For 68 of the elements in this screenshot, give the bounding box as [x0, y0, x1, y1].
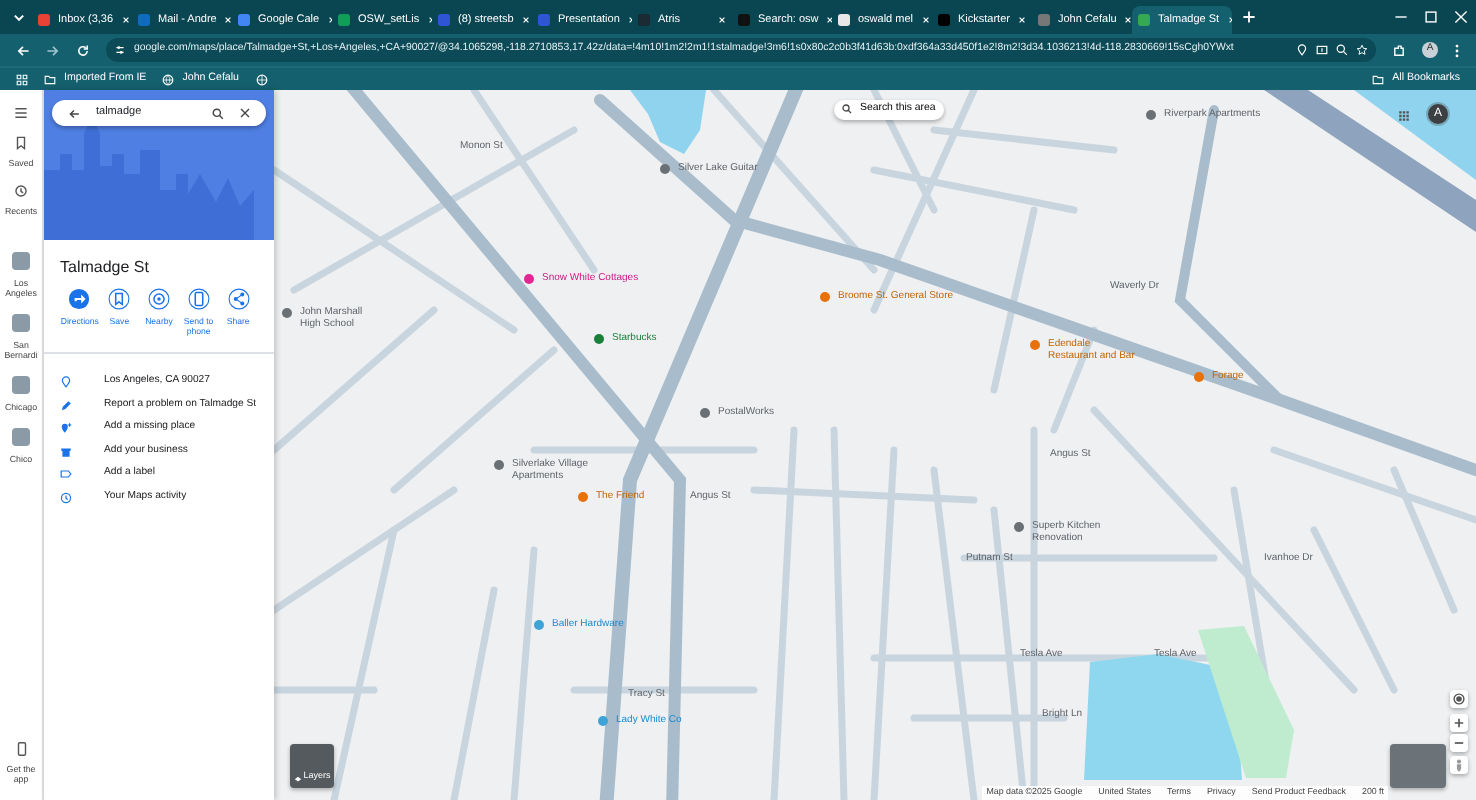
layers-icon	[293, 776, 302, 784]
share-icon	[227, 288, 250, 310]
new-tab-icon[interactable]	[1242, 10, 1256, 24]
maximize-icon[interactable]	[1424, 10, 1438, 24]
menu-icon[interactable]	[14, 106, 28, 120]
zoom-in-button[interactable]	[1450, 714, 1468, 732]
nearby-icon	[147, 288, 170, 310]
site-info-icon[interactable]	[114, 44, 126, 56]
place-marker-icon	[1030, 340, 1040, 350]
place-marker-icon	[820, 292, 830, 302]
pencil-icon	[60, 399, 72, 412]
place-marker-icon	[494, 460, 504, 470]
pin-icon	[60, 376, 72, 389]
close-icon[interactable]	[240, 108, 250, 118]
place-marker-icon	[1146, 110, 1156, 120]
history-icon	[14, 184, 28, 199]
folder-icon	[1372, 73, 1385, 85]
place-marker-icon	[1014, 522, 1024, 532]
label-icon	[60, 468, 72, 481]
bookmark-icon	[14, 136, 28, 150]
bookmark-icon	[108, 288, 131, 310]
activity-icon	[60, 491, 72, 504]
place-thumbnail	[12, 252, 30, 271]
back-icon[interactable]	[16, 43, 30, 57]
bookmark-star-icon[interactable]	[1356, 44, 1368, 56]
search-icon	[842, 104, 852, 115]
reload-icon[interactable]	[76, 43, 90, 57]
my-location-icon	[1452, 692, 1466, 706]
zoom-out-button[interactable]	[1450, 734, 1468, 752]
menu-icon[interactable]	[1454, 43, 1460, 57]
zoom-icon[interactable]	[1336, 44, 1348, 56]
place-marker-icon	[282, 308, 292, 318]
phone-icon	[15, 741, 27, 756]
storefront-icon	[60, 445, 72, 458]
place-marker-icon	[1194, 372, 1204, 382]
place-marker-icon	[524, 274, 534, 284]
folder-icon	[44, 73, 56, 85]
tab-list-icon[interactable]	[12, 10, 26, 24]
forward-icon[interactable]	[46, 43, 60, 57]
globe-icon	[162, 73, 175, 85]
street-photo-thumbnail[interactable]	[1390, 744, 1446, 788]
add-place-icon	[60, 422, 72, 435]
globe-icon[interactable]	[255, 73, 267, 85]
directions-icon	[68, 288, 91, 310]
place-marker-icon	[534, 620, 544, 630]
location-icon[interactable]	[1296, 44, 1308, 56]
place-marker-icon	[594, 334, 604, 344]
place-title: Talmadge St	[58, 256, 151, 280]
search-icon[interactable]	[212, 107, 224, 119]
street-view-icon	[1452, 758, 1466, 772]
place-marker-icon	[598, 716, 608, 726]
extensions-icon[interactable]	[1392, 43, 1406, 57]
place-thumbnail	[12, 314, 30, 333]
place-marker-icon	[660, 164, 670, 174]
minimize-icon[interactable]	[1394, 10, 1408, 24]
zoom-out-icon	[1452, 736, 1466, 750]
my-location-button[interactable]	[1450, 690, 1468, 708]
back-arrow-icon[interactable]	[68, 107, 80, 119]
apps-grid-icon[interactable]	[1398, 110, 1410, 122]
zoom-in-icon	[1452, 716, 1466, 730]
street-view-button[interactable]	[1450, 756, 1468, 774]
place-marker-icon	[700, 408, 710, 418]
apps-grid-icon[interactable]	[16, 73, 28, 85]
place-thumbnail	[12, 428, 30, 447]
place-thumbnail	[12, 376, 30, 395]
install-icon[interactable]	[1316, 44, 1328, 56]
place-marker-icon	[578, 492, 588, 502]
phone-icon	[187, 288, 210, 310]
